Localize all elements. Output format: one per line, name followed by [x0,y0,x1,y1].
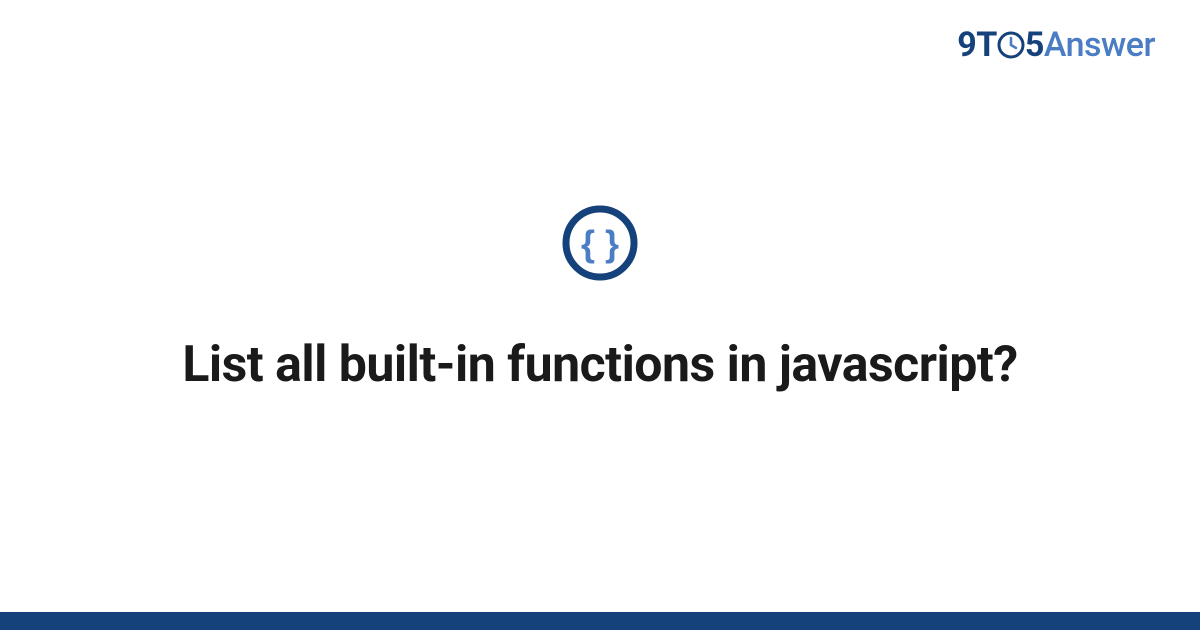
question-title: List all built-in functions in javascrip… [182,334,1017,397]
footer-accent-bar [0,612,1200,630]
code-braces-icon: { } [561,204,639,282]
main-content: { } List all built-in functions in javas… [0,0,1200,630]
svg-text:{ }: { } [581,223,619,264]
topic-icon-wrapper: { } [561,204,639,286]
